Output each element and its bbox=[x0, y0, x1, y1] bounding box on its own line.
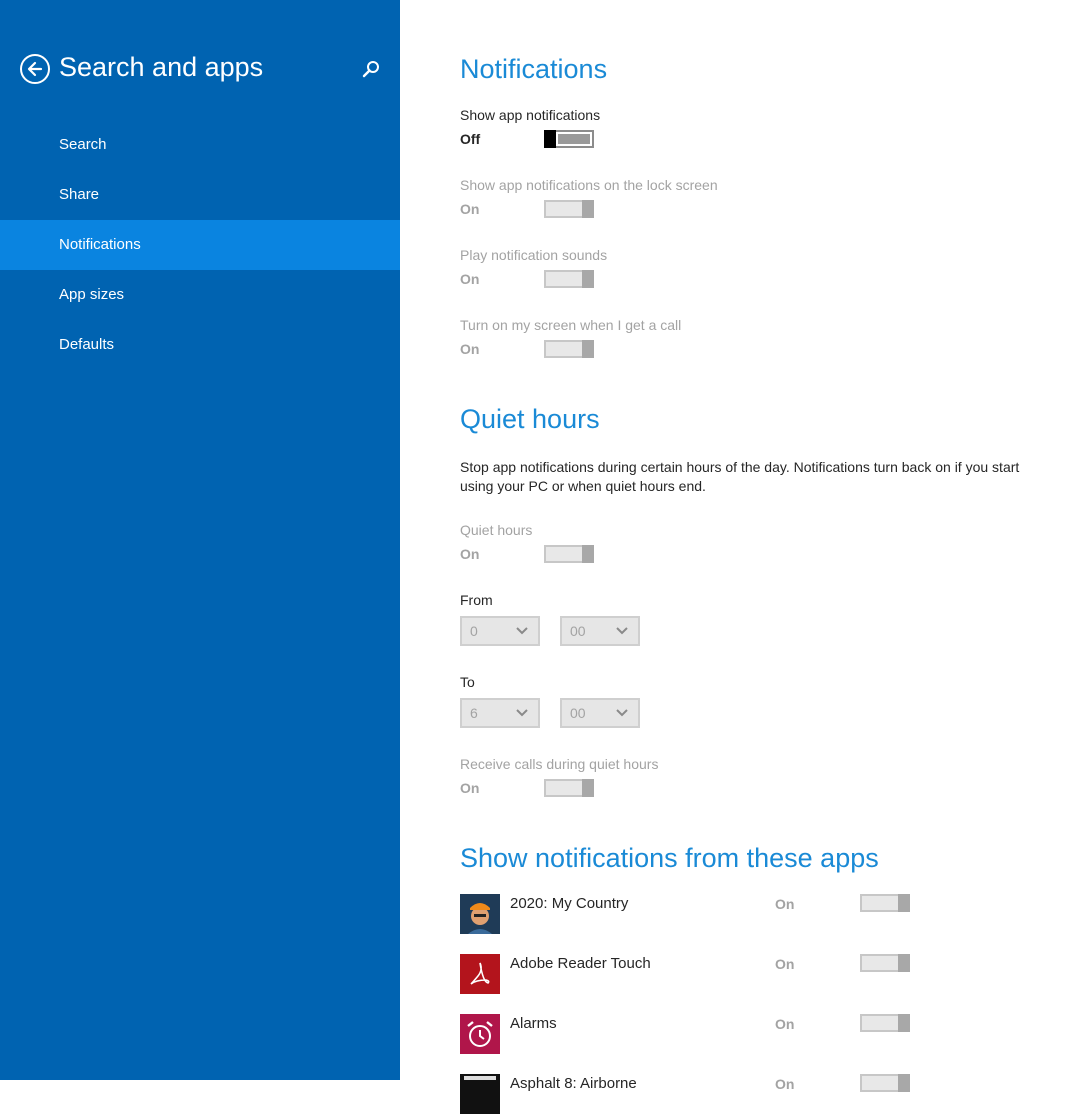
app-row: Adobe Reader Touch On bbox=[460, 954, 920, 994]
to-hour-select[interactable]: 6 bbox=[460, 698, 540, 728]
search-icon[interactable] bbox=[360, 58, 382, 80]
chevron-down-icon bbox=[516, 709, 528, 717]
quiet-hours-description: Stop app notifications during certain ho… bbox=[460, 459, 1020, 494]
app-toggle-2020-my-country[interactable] bbox=[860, 894, 910, 912]
back-button[interactable] bbox=[20, 54, 50, 84]
show-app-notifications-label: Show app notifications bbox=[460, 107, 601, 123]
from-hour-select[interactable]: 0 bbox=[460, 616, 540, 646]
sidebar-item-app-sizes[interactable]: App sizes bbox=[0, 270, 400, 320]
screen-on-call-state: On bbox=[460, 341, 480, 357]
lock-screen-notifications-toggle[interactable] bbox=[544, 200, 594, 218]
from-minute-value: 00 bbox=[570, 623, 586, 639]
app-name: 2020: My Country bbox=[510, 895, 629, 912]
sidebar-item-search[interactable]: Search bbox=[0, 120, 400, 170]
chevron-down-icon bbox=[616, 709, 628, 717]
screen-on-call-label: Turn on my screen when I get a call bbox=[460, 317, 682, 333]
app-name: Alarms bbox=[510, 1015, 557, 1032]
sidebar: Search and apps Search Share Notificatio… bbox=[0, 0, 400, 1080]
quiet-hours-state: On bbox=[460, 546, 480, 562]
lock-screen-notifications-label: Show app notifications on the lock scree… bbox=[460, 177, 718, 193]
notification-sounds-toggle[interactable] bbox=[544, 270, 594, 288]
app-state: On bbox=[775, 956, 795, 972]
main-content: Notifications Show app notifications Off… bbox=[460, 0, 1060, 1114]
sidebar-title: Search and apps bbox=[59, 52, 264, 82]
to-minute-value: 00 bbox=[570, 705, 586, 721]
show-app-notifications-toggle[interactable] bbox=[544, 130, 594, 148]
to-hour-value: 6 bbox=[470, 705, 478, 721]
from-hour-value: 0 bbox=[470, 623, 478, 639]
notification-sounds-state: On bbox=[460, 271, 480, 287]
from-label: From bbox=[460, 592, 493, 608]
alarm-clock-icon bbox=[460, 1014, 500, 1054]
chevron-down-icon bbox=[616, 627, 628, 635]
quiet-hours-toggle[interactable] bbox=[544, 545, 594, 563]
asphalt-game-icon bbox=[460, 1074, 500, 1114]
back-arrow-icon bbox=[27, 61, 43, 77]
notifications-heading: Notifications bbox=[460, 54, 608, 84]
sidebar-item-notifications[interactable]: Notifications bbox=[0, 220, 400, 270]
show-app-notifications-state: Off bbox=[460, 131, 481, 147]
adobe-reader-icon bbox=[460, 954, 500, 994]
lock-screen-notifications-state: On bbox=[460, 201, 480, 217]
sidebar-item-share[interactable]: Share bbox=[0, 170, 400, 220]
to-minute-select[interactable]: 00 bbox=[560, 698, 640, 728]
app-row: Alarms On bbox=[460, 1014, 920, 1054]
app-notifications-heading: Show notifications from these apps bbox=[460, 843, 879, 873]
sidebar-nav: Search Share Notifications App sizes Def… bbox=[0, 120, 400, 370]
notification-sounds-label: Play notification sounds bbox=[460, 247, 608, 263]
to-label: To bbox=[460, 674, 475, 690]
app-state: On bbox=[775, 1016, 795, 1032]
app-state: On bbox=[775, 1076, 795, 1092]
app-name: Adobe Reader Touch bbox=[510, 955, 651, 972]
chevron-down-icon bbox=[516, 627, 528, 635]
quiet-hours-heading: Quiet hours bbox=[460, 404, 600, 434]
app-toggle-alarms[interactable] bbox=[860, 1014, 910, 1032]
app-state: On bbox=[775, 896, 795, 912]
sidebar-item-defaults[interactable]: Defaults bbox=[0, 320, 400, 370]
app-row: Asphalt 8: Airborne On bbox=[460, 1074, 920, 1114]
game-character-icon bbox=[460, 894, 500, 934]
from-minute-select[interactable]: 00 bbox=[560, 616, 640, 646]
app-toggle-adobe-reader-touch[interactable] bbox=[860, 954, 910, 972]
screen-on-call-toggle[interactable] bbox=[544, 340, 594, 358]
quiet-hours-label: Quiet hours bbox=[460, 522, 533, 538]
app-row: 2020: My Country On bbox=[460, 894, 920, 934]
app-toggle-asphalt[interactable] bbox=[860, 1074, 910, 1092]
app-name: Asphalt 8: Airborne bbox=[510, 1075, 637, 1092]
receive-calls-toggle[interactable] bbox=[544, 779, 594, 797]
receive-calls-label: Receive calls during quiet hours bbox=[460, 756, 659, 772]
receive-calls-state: On bbox=[460, 780, 480, 796]
